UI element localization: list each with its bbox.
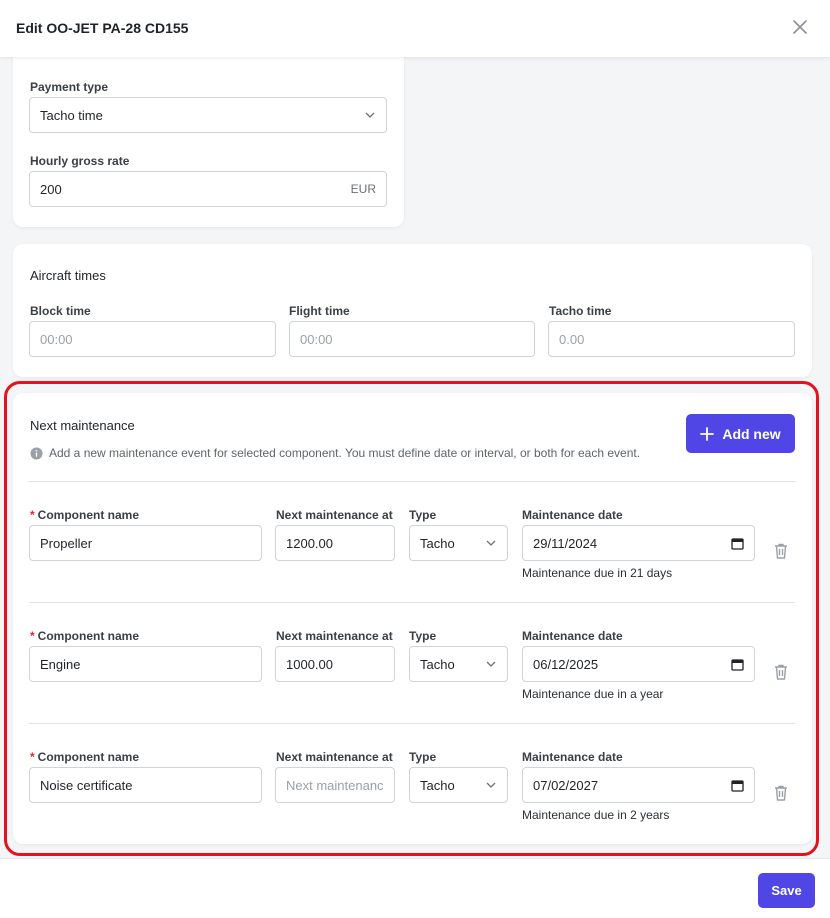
maintenance-date-input[interactable]: 06/12/2025 — [522, 646, 755, 682]
type-select[interactable]: Tacho — [409, 646, 508, 682]
component-name-label: * Component name — [30, 629, 139, 643]
maintenance-due-text: Maintenance due in 2 years — [522, 808, 670, 822]
required-marker: * — [30, 750, 35, 764]
trash-icon[interactable] — [773, 663, 789, 681]
hourly-rate-value: 200 — [40, 181, 62, 197]
maintenance-title: Next maintenance — [30, 418, 135, 433]
block-time-input[interactable]: 00:00 — [29, 321, 276, 357]
next-maintenance-input[interactable]: Next maintenanc — [275, 767, 395, 803]
component-name-input[interactable]: Engine — [29, 646, 262, 682]
component-name-input[interactable]: Noise certificate — [29, 767, 262, 803]
chevron-down-icon — [365, 112, 375, 118]
next-maintenance-label: Next maintenance at — [276, 508, 393, 522]
dialog-title: Edit OO-JET PA-28 CD155 — [16, 20, 189, 36]
divider — [29, 723, 795, 724]
type-value: Tacho — [420, 656, 455, 672]
aircraft-times-card — [13, 244, 812, 377]
divider — [29, 481, 795, 482]
type-label: Type — [409, 629, 437, 643]
required-marker: * — [30, 508, 35, 522]
maintenance-date-value: 07/02/2027 — [533, 777, 599, 793]
maintenance-due-text: Maintenance due in 21 days — [522, 566, 673, 580]
type-value: Tacho — [420, 777, 455, 793]
component-name-input[interactable]: Propeller — [29, 525, 262, 561]
calendar-icon[interactable] — [731, 658, 744, 671]
payment-type-value: Tacho time — [40, 107, 103, 123]
next-maintenance-label: Next maintenance at — [276, 750, 393, 764]
flight-time-input[interactable]: 00:00 — [289, 321, 535, 357]
maintenance-date-input[interactable]: 29/11/2024 — [522, 525, 755, 561]
maintenance-date-input[interactable]: 07/02/2027 — [522, 767, 755, 803]
info-icon — [30, 446, 43, 460]
maintenance-date-label: Maintenance date — [522, 508, 623, 522]
type-value: Tacho — [420, 535, 455, 551]
component-name-label-text: Component name — [37, 508, 140, 522]
component-name-label: * Component name — [30, 750, 139, 764]
next-maintenance-value: 1000.00 — [286, 656, 333, 672]
plus-icon — [700, 426, 715, 441]
type-label: Type — [409, 508, 437, 522]
maintenance-date-label: Maintenance date — [522, 629, 623, 643]
component-name-value: Noise certificate — [40, 777, 133, 793]
required-marker: * — [30, 629, 35, 643]
component-name-value: Propeller — [40, 535, 93, 551]
block-time-label: Block time — [30, 304, 91, 318]
dialog-footer — [0, 858, 830, 918]
trash-icon[interactable] — [773, 784, 789, 802]
component-name-label-text: Component name — [37, 629, 140, 643]
trash-icon[interactable] — [773, 542, 789, 560]
next-maintenance-input[interactable]: 1200.00 — [275, 525, 395, 561]
block-time-placeholder: 00:00 — [40, 331, 73, 347]
component-name-label: * Component name — [30, 508, 139, 522]
add-new-label: Add new — [722, 425, 781, 442]
chevron-down-icon — [486, 782, 496, 788]
component-name-value: Engine — [40, 656, 81, 672]
add-new-button[interactable]: Add new — [686, 414, 795, 453]
hourly-rate-input[interactable]: 200 EUR — [29, 171, 387, 207]
maintenance-date-value: 29/11/2024 — [533, 535, 598, 551]
payment-type-label: Payment type — [30, 80, 109, 94]
hourly-rate-label: Hourly gross rate — [30, 154, 130, 168]
chevron-down-icon — [486, 661, 496, 667]
calendar-icon[interactable] — [731, 537, 744, 550]
currency-suffix: EUR — [350, 182, 376, 196]
flight-time-label: Flight time — [289, 304, 350, 318]
maintenance-info: Add a new maintenance event for selected… — [30, 446, 640, 460]
maintenance-due-text: Maintenance due in a year — [522, 687, 664, 701]
next-maintenance-placeholder: Next maintenanc — [286, 777, 384, 793]
tacho-time-label: Tacho time — [549, 304, 612, 318]
type-select[interactable]: Tacho — [409, 525, 508, 561]
flight-time-placeholder: 00:00 — [300, 331, 333, 347]
type-label: Type — [409, 750, 437, 764]
tacho-time-placeholder: 0.00 — [559, 331, 585, 347]
next-maintenance-input[interactable]: 1000.00 — [275, 646, 395, 682]
chevron-down-icon — [486, 540, 496, 546]
divider — [29, 602, 795, 603]
save-button[interactable]: Save — [758, 873, 815, 908]
tacho-time-input[interactable]: 0.00 — [548, 321, 795, 357]
close-icon[interactable] — [791, 18, 809, 36]
component-name-label-text: Component name — [37, 750, 140, 764]
type-select[interactable]: Tacho — [409, 767, 508, 803]
maintenance-date-value: 06/12/2025 — [533, 656, 599, 672]
calendar-icon[interactable] — [731, 779, 744, 792]
maintenance-info-text: Add a new maintenance event for selected… — [49, 446, 641, 460]
next-maintenance-label: Next maintenance at — [276, 629, 393, 643]
maintenance-date-label: Maintenance date — [522, 750, 623, 764]
dialog-header: Edit OO-JET PA-28 CD155 — [0, 0, 830, 57]
next-maintenance-value: 1200.00 — [286, 535, 333, 551]
payment-type-select[interactable]: Tacho time — [29, 97, 387, 133]
aircraft-times-title: Aircraft times — [30, 268, 106, 283]
